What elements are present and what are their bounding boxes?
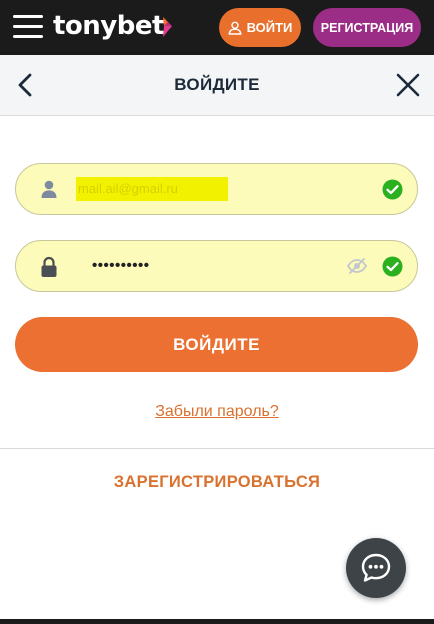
register-link[interactable]: ЗАРЕГИСТРИРОВАТЬСЯ (0, 473, 434, 492)
user-icon (41, 180, 57, 198)
email-input[interactable] (76, 177, 228, 201)
registration-button[interactable]: РЕГИСТРАЦИЯ (313, 8, 421, 47)
login-button[interactable]: ВОЙТИ (219, 8, 301, 47)
lock-icon (41, 256, 57, 277)
chat-bubble-icon (361, 553, 391, 582)
bottom-edge (0, 619, 434, 624)
forgot-password-link[interactable]: Забыли пароль? (0, 403, 434, 421)
hamburger-menu-icon[interactable] (13, 14, 43, 40)
check-circle-icon (382, 179, 403, 200)
modal-header: ВОЙДИТЕ (0, 55, 434, 116)
eye-off-icon[interactable] (346, 257, 368, 275)
close-icon[interactable] (394, 71, 422, 99)
chat-button[interactable] (346, 538, 406, 598)
user-outline-icon (228, 21, 242, 35)
tonybet-logo[interactable]: tonybet (53, 11, 164, 41)
submit-login-button[interactable]: ВОЙДИТЕ (15, 317, 418, 372)
email-field[interactable] (15, 163, 418, 215)
modal-title: ВОЙДИТЕ (174, 75, 260, 94)
password-field[interactable]: •••••••••• (15, 240, 418, 292)
check-circle-icon (382, 256, 403, 277)
login-button-label: ВОЙТИ (246, 20, 293, 35)
top-navigation-bar: tonybet ВОЙТИ РЕГИСТРАЦИЯ (0, 0, 434, 55)
password-input[interactable]: •••••••••• (92, 255, 150, 277)
divider (0, 448, 434, 449)
logo-flame-icon (163, 17, 172, 37)
